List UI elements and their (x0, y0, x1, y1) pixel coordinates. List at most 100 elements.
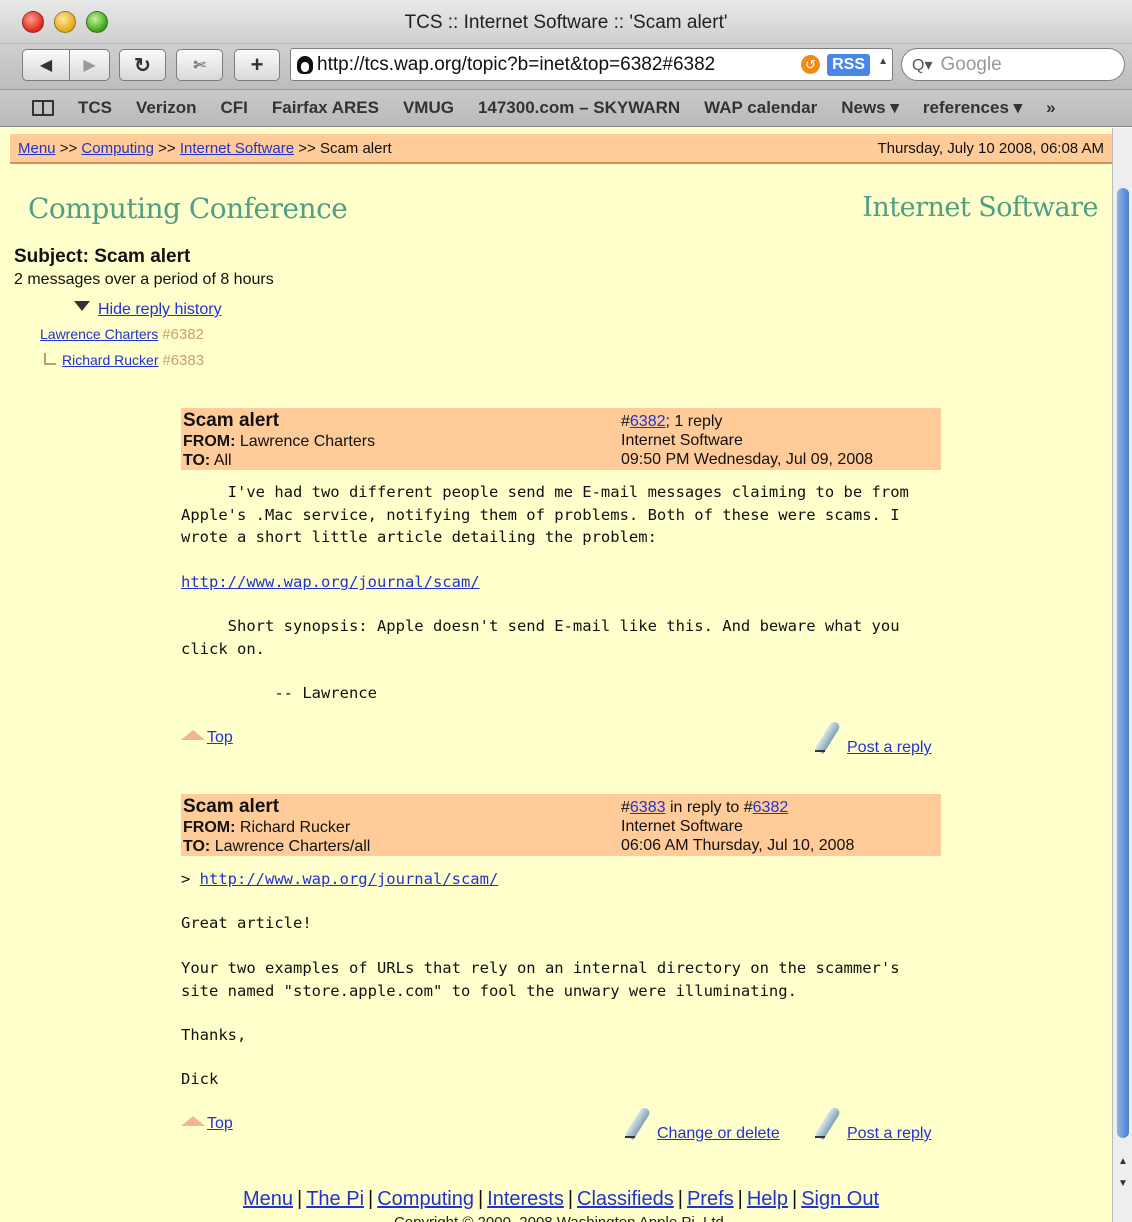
footer-link-computing[interactable]: Computing (377, 1188, 474, 1210)
footer-link-help[interactable]: Help (747, 1188, 788, 1210)
forward-arrow-icon: ▶ (83, 57, 96, 74)
message-date: 09:50 PM Wednesday, Jul 09, 2008 (621, 451, 874, 468)
message-meta-right: #6383 in reply to #6382 Internet Softwar… (621, 798, 854, 855)
from-value: Lawrence Charters (239, 433, 376, 450)
footer-link-classifieds[interactable]: Classifieds (577, 1188, 674, 1210)
message-body-paragraph: Your two examples of URLs that rely on a… (181, 959, 900, 1000)
forward-button[interactable]: ▶ (70, 49, 110, 81)
web-page: Menu >> Computing >> Internet Software >… (0, 128, 1112, 1222)
to-value: All (213, 452, 232, 469)
top-link-text[interactable]: Top (207, 729, 233, 746)
breadcrumb-trail: Menu >> Computing >> Internet Software >… (18, 140, 392, 157)
post-reply-link[interactable]: Post a reply (847, 739, 931, 756)
scam-article-link[interactable]: http://www.wap.org/journal/scam/ (181, 573, 480, 591)
message-from: FROM: Richard Rucker (183, 818, 370, 837)
bookmark-item[interactable]: Fairfax ARES (272, 98, 379, 118)
message-quote: > http://www.wap.org/journal/scam/ (181, 868, 498, 891)
to-value: Lawrence Charters/all (214, 838, 371, 855)
history-message-number: #6383 (162, 352, 205, 369)
post-reply-button[interactable]: Post a reply (811, 720, 931, 758)
hash-sign: # (621, 799, 630, 816)
quill-pen-icon (811, 1106, 841, 1144)
history-item: Lawrence Charters #6382 (40, 326, 204, 343)
top-link[interactable]: Top (181, 1115, 233, 1133)
add-bookmark-button[interactable]: + (234, 49, 280, 81)
bookmark-item[interactable]: WAP calendar (704, 98, 817, 118)
bookmark-item[interactable]: CFI (220, 98, 247, 118)
snapback-orange-icon[interactable]: ↺ (801, 55, 820, 74)
search-input[interactable]: Q▾ Google (901, 48, 1125, 81)
reply-elbow-icon (44, 353, 56, 365)
bookmark-menu-references[interactable]: references ▾ (923, 98, 1022, 118)
post-reply-link[interactable]: Post a reply (847, 1125, 931, 1142)
change-or-delete-link[interactable]: Change or delete (657, 1125, 780, 1142)
message-number-link[interactable]: 6382 (630, 413, 666, 430)
breadcrumb-computing-link[interactable]: Computing (81, 140, 154, 157)
from-label: FROM: (183, 819, 236, 836)
message-header: Scam alert FROM: Richard Rucker TO: Lawr… (181, 794, 941, 856)
top-link[interactable]: Top (181, 729, 233, 747)
bookmarks-overflow-button[interactable]: » (1046, 98, 1055, 118)
bookmark-item[interactable]: 147300.com – SKYWARN (478, 98, 680, 118)
url-text[interactable]: http://tcs.wap.org/topic?b=inet&top=6382… (317, 54, 715, 76)
footer-link-the-pi[interactable]: The Pi (306, 1188, 364, 1210)
hide-reply-history-link[interactable]: Hide reply history (98, 301, 222, 318)
breadcrumb-current: Scam alert (319, 139, 392, 157)
breadcrumb-separator: >> (158, 139, 176, 157)
message-body-link-row: http://www.wap.org/journal/scam/ (181, 571, 480, 594)
change-or-delete-button[interactable]: Change or delete (621, 1106, 780, 1144)
reload-button[interactable]: ↻ (119, 49, 166, 81)
message-number-link[interactable]: 6383 (630, 799, 666, 816)
scrollbar-thumb[interactable] (1117, 188, 1129, 1138)
conference-title: Computing Conference (28, 192, 348, 225)
history-author-link[interactable]: Richard Rucker (62, 352, 158, 368)
message-meta-right: #6382; 1 reply Internet Software 09:50 P… (621, 412, 873, 469)
snapback-button[interactable]: ✄ (176, 49, 223, 81)
breadcrumb-menu-link[interactable]: Menu (18, 140, 56, 157)
search-placeholder: Google (940, 53, 1002, 75)
site-favicon-icon (297, 55, 313, 74)
footer-link-menu[interactable]: Menu (243, 1188, 293, 1210)
back-button[interactable]: ◀ (22, 49, 70, 81)
hide-reply-history-toggle[interactable]: Hide reply history (74, 301, 222, 319)
footer-separator: | (677, 1188, 683, 1210)
footer-link-interests[interactable]: Interests (487, 1188, 564, 1210)
bookmarks-book-icon[interactable] (32, 100, 54, 116)
quill-pen-icon (811, 720, 841, 758)
message-meta-left: Scam alert FROM: Richard Rucker TO: Lawr… (183, 796, 370, 856)
reply-count: ; 1 reply (665, 413, 723, 430)
bookmark-item[interactable]: TCS (78, 98, 112, 118)
message-body-paragraph: Short synopsis: Apple doesn't send E-mai… (181, 617, 900, 658)
message-body-paragraph: Thanks, (181, 1026, 247, 1044)
scroll-up-arrow-icon[interactable]: ▲ (1113, 1152, 1132, 1172)
bookmark-menu-news[interactable]: News ▾ (841, 98, 899, 118)
from-label: FROM: (183, 433, 236, 450)
history-author-link[interactable]: Lawrence Charters (40, 326, 158, 342)
vertical-scrollbar[interactable]: ▲ ▼ (1112, 128, 1132, 1222)
disclosure-triangle-icon[interactable] (74, 301, 90, 311)
message-subject: Scam alert (183, 410, 280, 431)
rss-button[interactable]: RSS (827, 54, 870, 76)
window-title: TCS :: Internet Software :: 'Scam alert' (404, 12, 728, 33)
browser-toolbar: ◀ ▶ ↻ ✄ + http://tcs.wap.org/topic?b=ine… (0, 44, 1132, 90)
bookmark-item[interactable]: Verizon (136, 98, 196, 118)
footer-separator: | (368, 1188, 374, 1210)
back-arrow-icon: ◀ (39, 57, 53, 74)
hash-sign: # (621, 413, 630, 430)
scroll-down-arrow-icon[interactable]: ▼ (1113, 1174, 1132, 1194)
up-arrow-icon (181, 1116, 205, 1126)
top-link-text[interactable]: Top (207, 1115, 233, 1132)
address-bar[interactable]: http://tcs.wap.org/topic?b=inet&top=6382… (290, 48, 893, 81)
footer-link-prefs[interactable]: Prefs (687, 1188, 734, 1210)
quoted-article-link[interactable]: http://www.wap.org/journal/scam/ (200, 870, 499, 888)
reply-to-number-link[interactable]: 6382 (753, 799, 789, 816)
bookmark-item[interactable]: VMUG (403, 98, 454, 118)
message-body-paragraph: Great article! (181, 914, 312, 932)
window-titlebar: TCS :: Internet Software :: 'Scam alert' (0, 0, 1132, 44)
message-forum: Internet Software (621, 432, 743, 449)
footer-link-sign-out[interactable]: Sign Out (801, 1188, 879, 1210)
post-reply-button[interactable]: Post a reply (811, 1106, 931, 1144)
in-reply-to-text: in reply to # (665, 799, 753, 816)
message-header: Scam alert FROM: Lawrence Charters TO: A… (181, 408, 941, 470)
breadcrumb-internet-software-link[interactable]: Internet Software (180, 140, 294, 157)
